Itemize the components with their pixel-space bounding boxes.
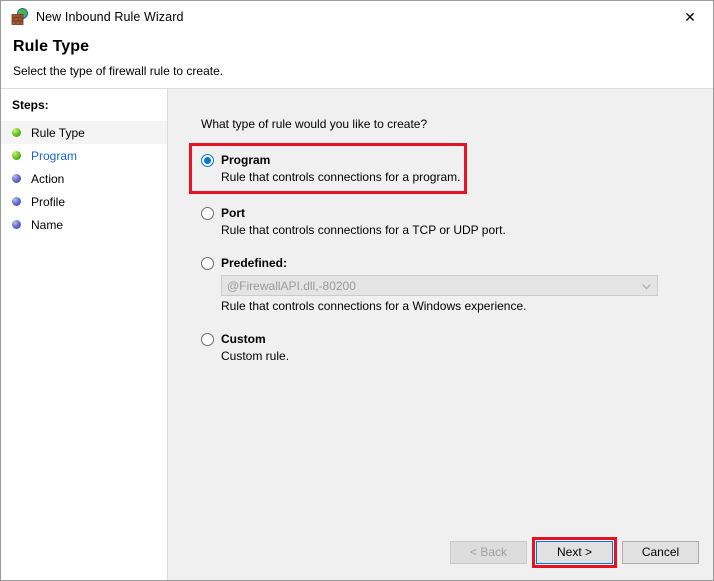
option-title: Port: [221, 206, 245, 220]
option-title: Program: [221, 153, 271, 167]
option-description: Rule that controls connections for a Win…: [221, 299, 527, 313]
question-label: What type of rule would you like to crea…: [201, 117, 428, 131]
close-icon: ✕: [684, 8, 696, 25]
cancel-button[interactable]: Cancel: [622, 540, 699, 564]
option-description: Rule that controls connections for a TCP…: [221, 223, 506, 237]
sidebar-item-label: Action: [31, 171, 65, 186]
next-button[interactable]: Next >: [536, 540, 613, 564]
radio-custom[interactable]: [201, 333, 214, 346]
next-button-wrapper: Next >: [532, 536, 617, 568]
chevron-down-icon: [642, 283, 651, 289]
step-bullet-icon: [12, 151, 21, 160]
sidebar-item-action[interactable]: Action: [1, 167, 167, 190]
window-title: New Inbound Rule Wizard: [36, 9, 184, 24]
page-subtitle: Select the type of firewall rule to crea…: [13, 64, 224, 78]
option-custom[interactable]: Custom Custom rule.: [201, 332, 713, 363]
option-predefined[interactable]: Predefined: @FirewallAPI.dll,-80200 Rule…: [201, 256, 713, 313]
step-bullet-icon: [12, 220, 21, 229]
sidebar-item-program[interactable]: Program: [1, 144, 167, 167]
close-button[interactable]: ✕: [667, 1, 713, 32]
main-panel: What type of rule would you like to crea…: [168, 89, 713, 580]
option-program[interactable]: Program Rule that controls connections f…: [189, 143, 713, 194]
sidebar-item-label: Rule Type: [31, 125, 85, 140]
button-bar: < Back Next > Cancel: [168, 524, 713, 580]
steps-heading: Steps:: [12, 98, 49, 112]
wizard-body: Steps: Rule Type Program Action Profile …: [1, 88, 713, 580]
option-port[interactable]: Port Rule that controls connections for …: [201, 206, 713, 237]
step-bullet-icon: [12, 174, 21, 183]
radio-program[interactable]: [201, 154, 214, 167]
rule-type-options: Program Rule that controls connections f…: [189, 143, 713, 363]
option-description: Rule that controls connections for a pro…: [221, 170, 461, 184]
sidebar-item-profile[interactable]: Profile: [1, 190, 167, 213]
page-title: Rule Type: [13, 38, 90, 55]
sidebar-item-rule-type[interactable]: Rule Type: [1, 121, 167, 144]
steps-sidebar: Steps: Rule Type Program Action Profile …: [1, 89, 168, 580]
firewall-icon: [11, 7, 29, 26]
option-description: Custom rule.: [221, 349, 290, 363]
option-title: Predefined:: [221, 256, 288, 270]
sidebar-item-label: Name: [31, 217, 64, 232]
sidebar-item-name[interactable]: Name: [1, 213, 167, 236]
title-bar: New Inbound Rule Wizard ✕: [1, 1, 713, 32]
wizard-window: New Inbound Rule Wizard ✕ Rule Type Sele…: [0, 0, 714, 581]
step-bullet-icon: [12, 128, 21, 137]
main-content: What type of rule would you like to crea…: [168, 89, 713, 524]
back-button[interactable]: < Back: [450, 540, 527, 564]
predefined-dropdown[interactable]: @FirewallAPI.dll,-80200: [221, 275, 658, 296]
option-title: Custom: [221, 332, 266, 346]
sidebar-item-label: Profile: [31, 194, 66, 209]
sidebar-item-label: Program: [31, 148, 78, 163]
radio-predefined[interactable]: [201, 257, 214, 270]
radio-port[interactable]: [201, 207, 214, 220]
highlight-box-program: [189, 143, 467, 194]
predefined-dropdown-value: @FirewallAPI.dll,-80200: [227, 278, 356, 293]
step-bullet-icon: [12, 197, 21, 206]
page-header: Rule Type Select the type of firewall ru…: [1, 32, 713, 88]
